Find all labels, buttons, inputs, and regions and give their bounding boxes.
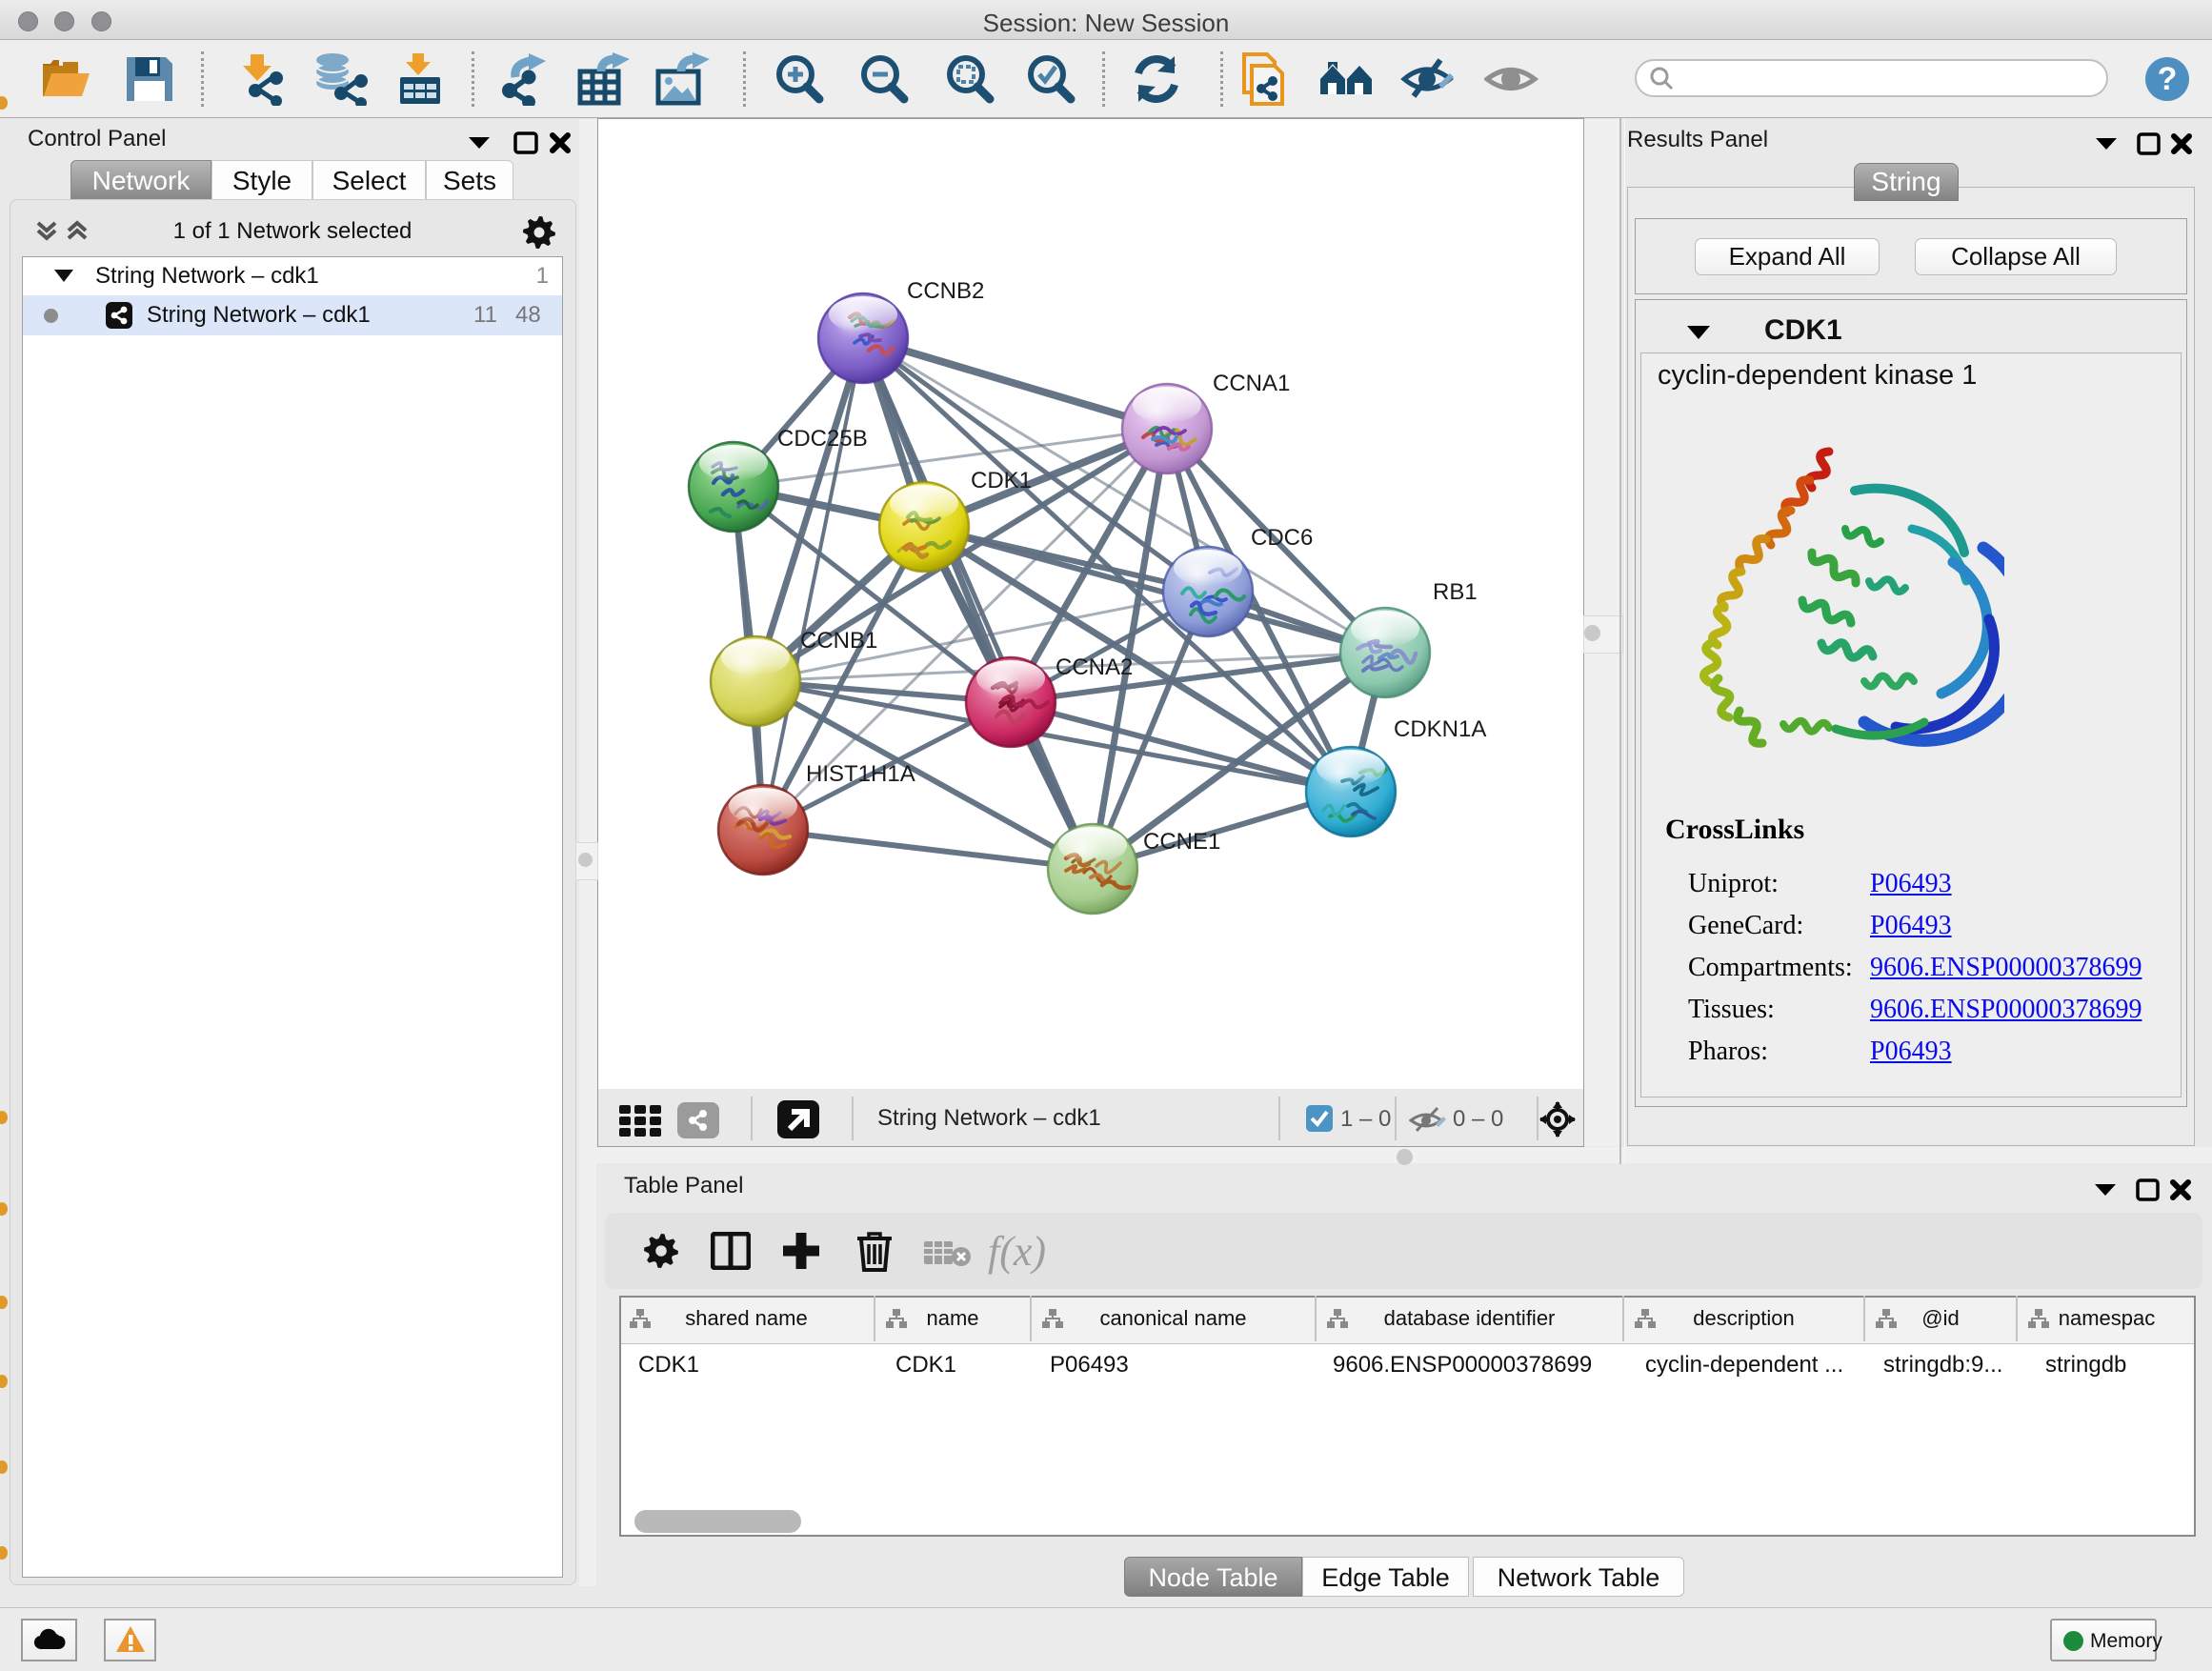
svg-text:CCNB2: CCNB2: [907, 278, 984, 304]
svg-text:HIST1H1A: HIST1H1A: [806, 761, 915, 787]
svg-text:CDKN1A: CDKN1A: [1394, 716, 1486, 742]
svg-text:?: ?: [2158, 61, 2178, 97]
svg-text:CCNB1: CCNB1: [800, 628, 877, 654]
svg-text:CCNA2: CCNA2: [1056, 654, 1133, 680]
svg-text:CDC25B: CDC25B: [777, 426, 868, 452]
svg-text:RB1: RB1: [1433, 579, 1478, 605]
svg-text:CCNA1: CCNA1: [1213, 371, 1290, 396]
svg-text:CCNE1: CCNE1: [1143, 829, 1220, 855]
svg-text:CDK1: CDK1: [971, 468, 1032, 493]
svg-text:CDC6: CDC6: [1251, 525, 1313, 551]
